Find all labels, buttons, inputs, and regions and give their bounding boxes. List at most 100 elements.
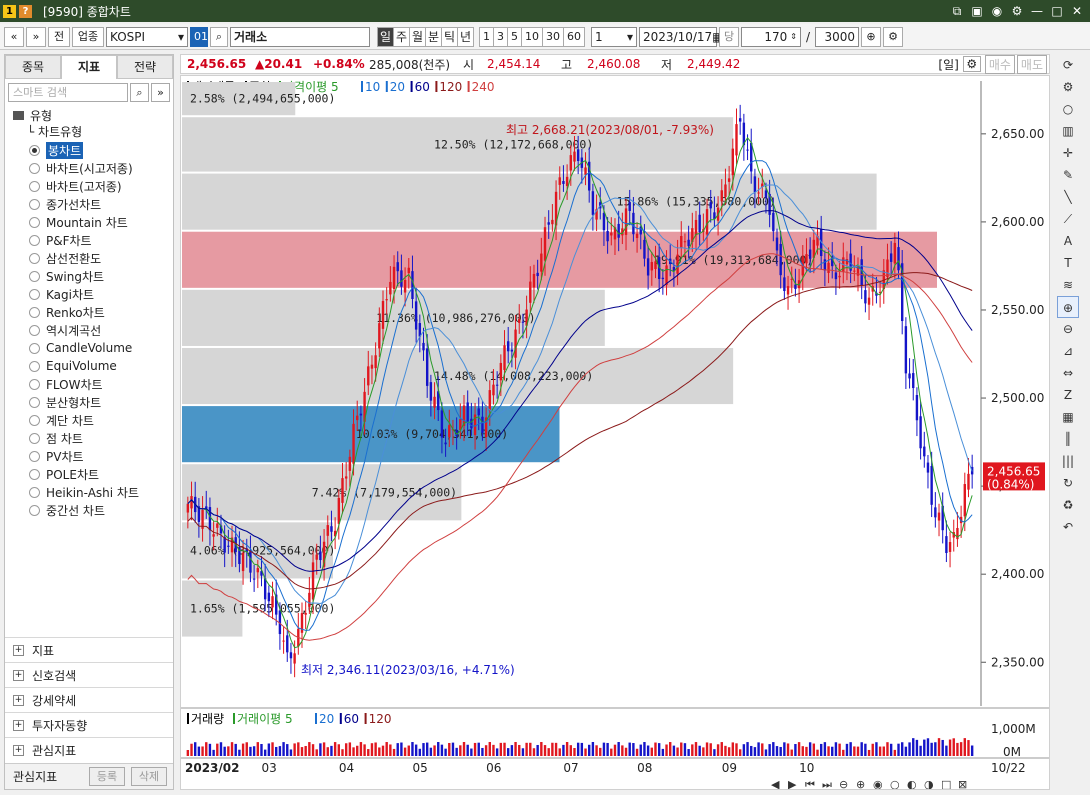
chart-type-item[interactable]: 중간선 차트: [5, 501, 173, 519]
radio-icon[interactable]: [29, 486, 40, 498]
radio-icon[interactable]: [29, 324, 40, 336]
radio-icon[interactable]: [29, 270, 40, 282]
tab-stock[interactable]: 종목: [5, 55, 61, 79]
tab-indicator[interactable]: 지표: [61, 55, 117, 79]
chart-type-item[interactable]: P&F차트: [5, 231, 173, 249]
code-button[interactable]: 01: [190, 26, 208, 47]
bars-icon[interactable]: ║: [1057, 428, 1079, 450]
register-button[interactable]: 등록: [89, 767, 125, 786]
camera-icon[interactable]: ◉: [990, 4, 1004, 19]
bar-chart-icon[interactable]: ▥: [1057, 120, 1079, 142]
zoom-in-icon[interactable]: ⊕: [861, 26, 881, 47]
radio-icon[interactable]: [29, 216, 40, 228]
save-icon[interactable]: ▣: [970, 4, 984, 19]
search-icon[interactable]: ⌕: [210, 26, 228, 47]
chart-type-item[interactable]: 바차트(시고저종): [5, 159, 173, 177]
radio-icon[interactable]: [29, 414, 40, 426]
radio-icon[interactable]: [29, 162, 40, 174]
section-signal-search[interactable]: + 신호검색: [5, 662, 173, 687]
line-icon[interactable]: ╲: [1057, 186, 1079, 208]
chart-type-item[interactable]: 역시계곡선: [5, 321, 173, 339]
exchange-field[interactable]: 거래소: [230, 26, 370, 47]
interval-5-button[interactable]: 5: [507, 26, 522, 47]
radio-icon[interactable]: [29, 378, 40, 390]
interval-30-button[interactable]: 30: [542, 26, 564, 47]
zoom-out-icon[interactable]: ⊖: [1057, 318, 1079, 340]
radio-icon[interactable]: [29, 360, 40, 372]
section-favorites[interactable]: + 관심지표: [5, 737, 173, 762]
grid-icon[interactable]: ▦: [1057, 406, 1079, 428]
gear-icon[interactable]: ⚙: [1057, 76, 1079, 98]
max-count-field[interactable]: 3000: [815, 26, 859, 47]
smart-search-input[interactable]: 스마트 검색: [8, 83, 128, 102]
auto-icon[interactable]: A: [1057, 230, 1079, 252]
date-field[interactable]: 2023/10/17 ▦: [639, 26, 724, 47]
interval-3-button[interactable]: 3: [493, 26, 508, 47]
radio-icon[interactable]: [29, 288, 40, 300]
chart-type-item[interactable]: 삼선전환도: [5, 249, 173, 267]
nav-prev-button[interactable]: «: [4, 26, 24, 47]
interval-10-button[interactable]: 10: [521, 26, 543, 47]
section-indicators[interactable]: + 지표: [5, 637, 173, 662]
chart-type-item[interactable]: PV차트: [5, 447, 173, 465]
period-tick-tab[interactable]: 틱: [441, 26, 458, 47]
gear-icon[interactable]: ⚙: [1010, 4, 1024, 19]
period-icon[interactable]: |||: [1057, 450, 1079, 472]
crosshair-icon[interactable]: ✛: [1057, 142, 1079, 164]
radio-icon[interactable]: [29, 504, 40, 516]
close-icon[interactable]: ✕: [1070, 4, 1084, 19]
collapse-icon[interactable]: »: [151, 83, 170, 102]
chart-type-item[interactable]: EquiVolume: [5, 357, 173, 375]
period-week-tab[interactable]: 주: [393, 26, 410, 47]
zoom-icon[interactable]: ⊕: [1057, 296, 1079, 318]
interval-60-button[interactable]: 60: [563, 26, 585, 47]
spin-icon[interactable]: ⇕: [790, 28, 797, 46]
price-chart[interactable]: 대기매물종합가격이평 510206012024015.86% (15,335,0…: [181, 76, 1049, 791]
index-select[interactable]: KOSPI ▾: [106, 26, 188, 47]
nav-next-button[interactable]: »: [26, 26, 46, 47]
radio-icon[interactable]: [29, 396, 40, 408]
window-badge-1[interactable]: 1: [3, 4, 16, 18]
chart-type-item[interactable]: FLOW차트: [5, 375, 173, 393]
chart-type-item[interactable]: 종가선차트: [5, 195, 173, 213]
refresh-icon[interactable]: ⟳: [1057, 54, 1079, 76]
rotate-icon[interactable]: ↻: [1057, 472, 1079, 494]
chart-type-item[interactable]: 점 차트: [5, 429, 173, 447]
interval-1-button[interactable]: 1: [479, 26, 494, 47]
chart-area[interactable]: 대기매물종합가격이평 510206012024015.86% (15,335,0…: [180, 75, 1050, 791]
recycle-icon[interactable]: ♻: [1057, 494, 1079, 516]
help-icon[interactable]: ?: [19, 4, 32, 18]
section-investor[interactable]: + 투자자동향: [5, 712, 173, 737]
chart-type-item[interactable]: 봉차트: [5, 141, 173, 159]
chart-type-item[interactable]: 바차트(고저종): [5, 177, 173, 195]
dang-button[interactable]: 당: [719, 26, 739, 47]
sell-button[interactable]: 매도: [1016, 54, 1047, 74]
chart-type-item[interactable]: 분산형차트: [5, 393, 173, 411]
subsection-chart-type[interactable]: └ 차트유형: [5, 124, 173, 141]
radio-icon[interactable]: [29, 252, 40, 264]
chart-settings-icon[interactable]: ⚙: [962, 56, 981, 72]
radio-icon[interactable]: [29, 450, 40, 462]
count-field[interactable]: 170 ⇕: [741, 26, 801, 47]
settings-gear-icon[interactable]: ⚙: [883, 26, 903, 47]
chart-type-item[interactable]: Swing차트: [5, 267, 173, 285]
link-icon[interactable]: ⧉: [950, 4, 964, 19]
period-day-tab[interactable]: 일: [377, 26, 394, 47]
measure-icon[interactable]: ⊿: [1057, 340, 1079, 362]
maximize-icon[interactable]: □: [1050, 4, 1064, 19]
delete-button[interactable]: 삭제: [131, 767, 167, 786]
fibonacci-icon[interactable]: ≋: [1057, 274, 1079, 296]
undo-icon[interactable]: ↶: [1057, 516, 1079, 538]
section-strength[interactable]: + 강세약세: [5, 687, 173, 712]
period-month-tab[interactable]: 월: [409, 26, 426, 47]
chart-type-item[interactable]: Mountain 차트: [5, 213, 173, 231]
z-icon[interactable]: Z: [1057, 384, 1079, 406]
section-type[interactable]: 유형: [5, 106, 173, 124]
period-minute-tab[interactable]: 분: [425, 26, 442, 47]
radio-icon[interactable]: [29, 234, 40, 246]
jeon-button[interactable]: 전: [48, 26, 70, 47]
market-type-button[interactable]: 업종: [72, 26, 104, 47]
scale-icon[interactable]: ⇔: [1057, 362, 1079, 384]
radio-icon[interactable]: [29, 180, 40, 192]
tab-strategy[interactable]: 전략: [117, 55, 173, 79]
